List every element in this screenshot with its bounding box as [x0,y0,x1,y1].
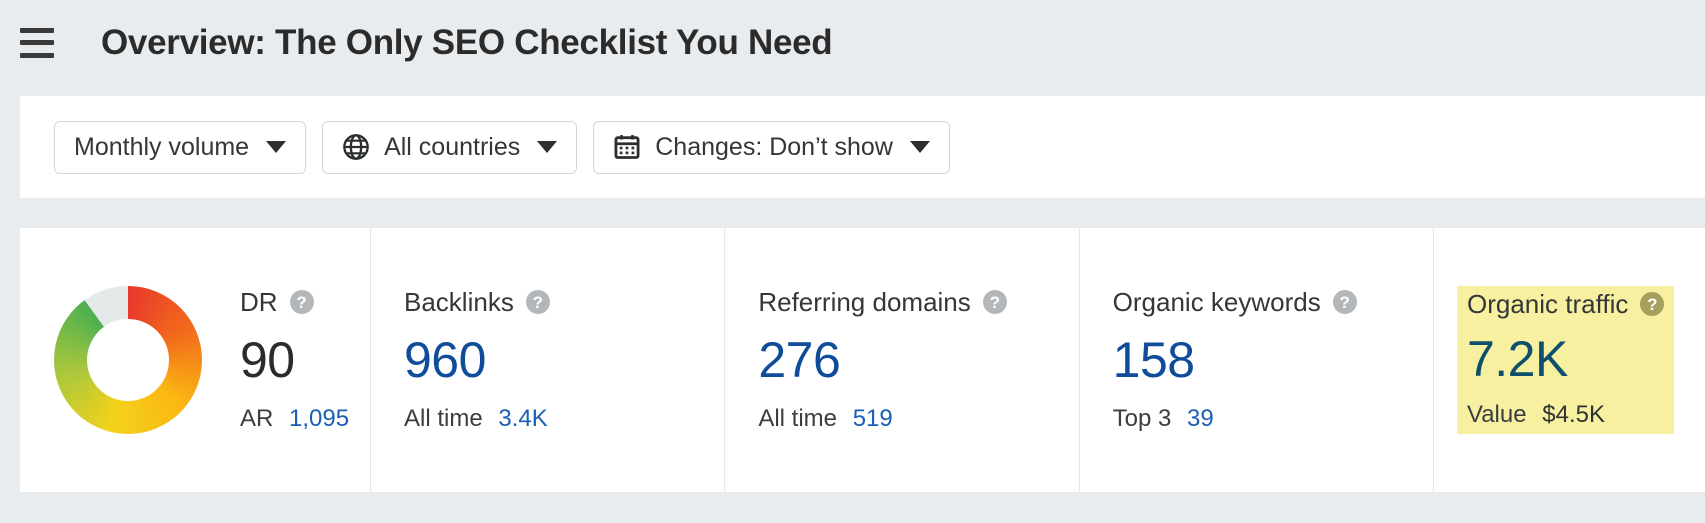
hamburger-bar [20,27,54,33]
page-title: Overview: The Only SEO Checklist You Nee… [101,22,833,62]
organic-traffic-value[interactable]: 7.2K [1467,334,1664,384]
backlinks-label: Backlinks [404,287,514,317]
backlinks-value[interactable]: 960 [404,335,724,385]
domain-rating-text: DR ? 90 AR 1,095 [240,289,349,431]
hamburger-bar [20,40,54,45]
hamburger-bar [20,52,54,58]
backlinks-header: Backlinks ? [404,289,724,315]
ahrefs-rank-label: AR [240,405,274,432]
domain-rating-label: DR [240,287,278,317]
referring-domains-subrow: All time 519 [758,407,1078,431]
question-mark-icon[interactable]: ? [525,290,550,314]
referring-domains-label: Referring domains [758,287,971,317]
chevron-down-icon [266,141,287,153]
organic-keywords-header: Organic keywords ? [1113,289,1433,315]
metric-cell-organic-traffic: Organic traffic ? 7.2K Value $4.5K [1432,228,1705,492]
chevron-down-icon [909,141,930,153]
question-mark-icon[interactable]: ? [1640,292,1665,316]
domain-rating-donut-chart [54,286,202,434]
filter-changes[interactable]: Changes: Don’t show [593,120,950,174]
metric-cell-backlinks: Backlinks ? 960 All time 3.4K [370,228,724,492]
metric-cell-referring-domains: Referring domains ? 276 All time 519 [724,228,1078,492]
filter-changes-label: Changes: Don’t show [655,132,893,161]
domain-rating-cell: DR ? 90 AR 1,095 [20,228,370,492]
calendar-icon [613,133,641,161]
filter-all-countries-label: All countries [384,132,521,161]
organic-traffic-sub-label: Value [1466,401,1527,428]
donut-hole [87,319,169,401]
organic-keywords-sub-value[interactable]: 39 [1187,405,1214,432]
referring-domains-sub-label: All time [758,405,838,432]
chevron-down-icon [537,141,558,153]
organic-keywords-subrow: Top 3 39 [1113,407,1433,431]
organic-traffic-sub-value: $4.5K [1542,401,1605,428]
domain-rating-header: DR ? [240,289,349,315]
referring-domains-sub-value[interactable]: 519 [853,405,893,432]
backlinks-subrow: All time 3.4K [404,407,724,431]
globe-icon [342,133,370,161]
organic-traffic-label: Organic traffic [1466,289,1629,319]
filter-monthly-volume-label: Monthly volume [74,132,250,161]
referring-domains-header: Referring domains ? [758,289,1078,315]
filter-bar: Monthly volume All countries Changes: Do… [20,96,1705,198]
organic-traffic-subrow: Value $4.5K [1467,403,1664,427]
question-mark-icon[interactable]: ? [289,290,314,314]
question-mark-icon[interactable]: ? [982,290,1007,314]
metric-cell-organic-keywords: Organic keywords ? 158 Top 3 39 [1078,228,1433,492]
referring-domains-value[interactable]: 276 [758,335,1078,385]
domain-rating-value: 90 [240,332,295,388]
question-mark-icon[interactable]: ? [1332,290,1357,314]
backlinks-sub-value[interactable]: 3.4K [498,405,547,432]
organic-keywords-label: Organic keywords [1112,287,1321,317]
metrics-card: DR ? 90 AR 1,095 Backlinks ? 960 All tim… [20,228,1705,492]
organic-keywords-value[interactable]: 158 [1113,335,1433,385]
app-header: Overview: The Only SEO Checklist You Nee… [0,0,1705,85]
ahrefs-rank-value[interactable]: 1,095 [289,405,349,432]
filter-all-countries[interactable]: All countries [322,120,578,174]
backlinks-sub-label: All time [404,405,483,432]
filter-monthly-volume[interactable]: Monthly volume [54,120,307,174]
domain-rating-subrow: AR 1,095 [240,407,349,431]
organic-traffic-highlight: Organic traffic ? 7.2K Value $4.5K [1456,286,1675,434]
organic-traffic-header: Organic traffic ? [1466,289,1665,319]
hamburger-icon[interactable] [20,27,54,58]
organic-keywords-sub-label: Top 3 [1112,405,1172,432]
